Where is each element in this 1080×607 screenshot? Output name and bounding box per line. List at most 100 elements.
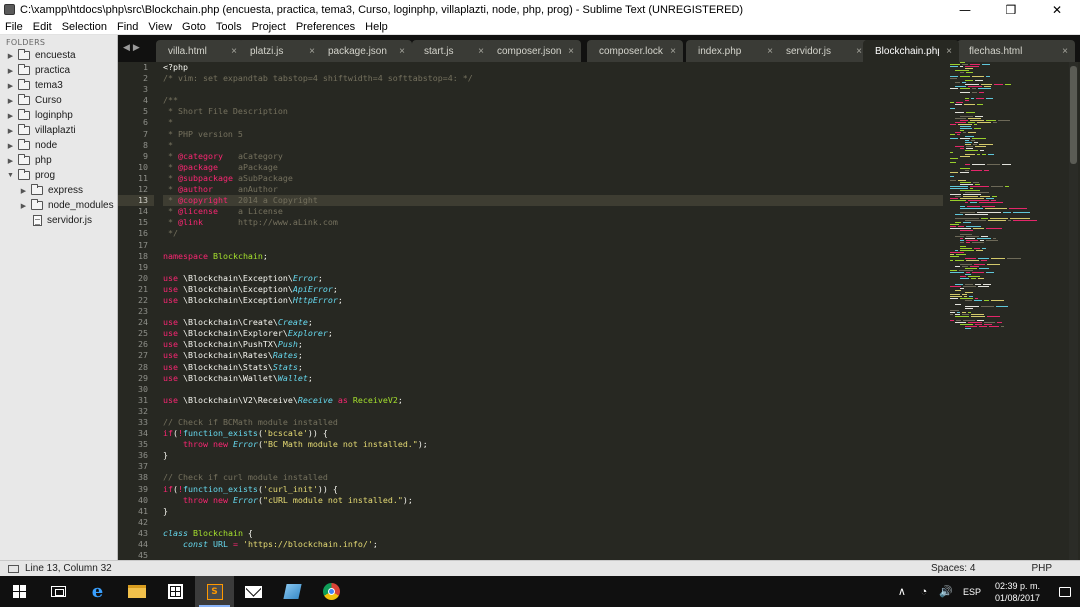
sublime-text-taskbar-button[interactable]: S [195,576,234,607]
chevron-right-icon[interactable]: ▶ [6,142,15,150]
chrome-button[interactable] [312,576,351,607]
close-icon[interactable]: × [663,46,683,57]
code-line[interactable] [163,240,943,251]
code-editor[interactable]: 1 2 3 4 5 6 7 8 9 10 11 12 13 14 15 16 17 18 19 20 21 22 23 24 2… [118,62,1080,560]
code-line[interactable]: use \Blockchain\Stats\Stats; [163,362,943,373]
tab-nav-arrows[interactable]: ◀▶ [123,43,143,53]
chevron-right-icon[interactable]: ▶ [6,67,15,75]
code-line[interactable]: * PHP version 5 [163,129,943,140]
code-line[interactable] [163,84,943,95]
chevron-down-icon[interactable]: ▼ [6,172,15,179]
code-line[interactable]: use \Blockchain\Exception\ApiError; [163,284,943,295]
tab-start-js[interactable]: start.js × [412,40,491,62]
code-line[interactable]: * @license a License [163,206,943,217]
code-line[interactable]: if(!function_exists('bcscale')) { [163,428,943,439]
sidebar-item-villaplazti[interactable]: ▶ villaplazti [0,123,117,138]
vertical-scrollbar[interactable] [1069,62,1078,560]
close-icon[interactable]: × [561,46,581,57]
close-icon[interactable]: × [302,46,322,57]
close-icon[interactable]: × [392,46,412,57]
sidebar-item-node[interactable]: ▶ node [0,138,117,153]
close-button[interactable]: ✕ [1034,0,1080,19]
edge-button[interactable]: e [78,576,117,607]
menu-project[interactable]: Project [247,21,291,33]
code-line[interactable]: * @package aPackage [163,162,943,173]
code-line[interactable]: use \Blockchain\Rates\Rates; [163,350,943,361]
tab-platzi-js[interactable]: platzi.js × [238,40,322,62]
chevron-right-icon[interactable]: ▶ [6,97,15,105]
tab-package-json[interactable]: package.json × [316,40,412,62]
sidebar-item-express[interactable]: ▶ express [0,183,117,198]
code-line[interactable]: * [163,117,943,128]
code-line[interactable]: use \Blockchain\Wallet\Wallet; [163,373,943,384]
network-icon[interactable]: ◔ [916,586,932,598]
code-line[interactable]: * @link http://www.aLink.com [163,217,943,228]
menu-selection[interactable]: Selection [57,21,112,33]
sidebar-item-servidor-js[interactable]: servidor.js [0,213,117,228]
notepad-button[interactable] [273,576,312,607]
menu-file[interactable]: File [0,21,28,33]
close-icon[interactable]: × [224,46,244,57]
close-icon[interactable]: × [1055,46,1075,57]
menu-preferences[interactable]: Preferences [291,21,360,33]
code-line[interactable]: } [163,450,943,461]
chevron-right-icon[interactable]: ▶ [6,52,15,60]
sidebar-item-prog[interactable]: ▼ prog [0,168,117,183]
sidebar-item-loginphp[interactable]: ▶ loginphp [0,108,117,123]
menu-goto[interactable]: Goto [177,21,211,33]
menu-find[interactable]: Find [112,21,143,33]
maximize-button[interactable]: ❒ [988,0,1034,19]
code-line[interactable] [163,384,943,395]
code-line[interactable]: */ [163,228,943,239]
code-area[interactable]: <?php/* vim: set expandtab tabstop=4 shi… [163,62,943,560]
code-line[interactable]: use \Blockchain\Exception\Error; [163,273,943,284]
volume-icon[interactable]: 🔊 [938,585,954,598]
code-line[interactable]: <?php [163,62,943,73]
code-line[interactable]: // Check if curl module installed [163,472,943,483]
code-line[interactable]: use \Blockchain\V2\Receive\Receive as Re… [163,395,943,406]
show-hidden-icons-chevron-icon[interactable]: ∧ [894,585,910,598]
sidebar-item-php[interactable]: ▶ php [0,153,117,168]
menu-edit[interactable]: Edit [28,21,57,33]
code-line[interactable] [163,306,943,317]
menu-help[interactable]: Help [360,21,393,33]
chevron-right-icon[interactable]: ▶ [19,202,28,210]
chevron-right-icon[interactable]: ▶ [6,157,15,165]
tab-blockchain-php[interactable]: Blockchain.php × [863,40,959,62]
code-line[interactable]: class Blockchain { [163,528,943,539]
chevron-right-icon[interactable]: ▶ [6,112,15,120]
code-line[interactable]: use \Blockchain\Exception\HttpError; [163,295,943,306]
store-button[interactable] [156,576,195,607]
chevron-right-icon[interactable]: ▶ [19,187,28,195]
panel-toggle-icon[interactable] [8,564,19,573]
code-line[interactable]: * @category aCategory [163,151,943,162]
tab-villa-html[interactable]: villa.html × [156,40,244,62]
action-center-button[interactable] [1050,576,1080,607]
sidebar-item-curso[interactable]: ▶ Curso [0,93,117,108]
minimize-button[interactable]: — [942,0,988,19]
code-line[interactable] [163,550,943,560]
code-line[interactable] [163,517,943,528]
file-explorer-button[interactable] [117,576,156,607]
clock[interactable]: 02:39 p. m. 01/08/2017 [995,580,1040,604]
chevron-right-icon[interactable]: ▶ [6,127,15,135]
sidebar-item-practica[interactable]: ▶ practica [0,63,117,78]
menu-view[interactable]: View [143,21,177,33]
code-line[interactable]: * Short File Description [163,106,943,117]
tab-servidor-js[interactable]: servidor.js × [774,40,869,62]
close-icon[interactable]: × [760,46,780,57]
code-line[interactable] [163,262,943,273]
code-line[interactable]: const URL = 'https://blockchain.info/'; [163,539,943,550]
code-line[interactable]: /* vim: set expandtab tabstop=4 shiftwid… [163,73,943,84]
minimap[interactable] [946,62,1066,362]
tab-flechas-html[interactable]: flechas.html × [957,40,1075,62]
close-icon[interactable]: × [939,46,959,57]
start-button[interactable] [0,576,39,607]
code-line[interactable]: if(!function_exists('curl_init')) { [163,484,943,495]
tab-composer-json[interactable]: composer.json × [485,40,581,62]
sidebar-item-node-modules[interactable]: ▶ node_modules [0,198,117,213]
code-line[interactable]: throw new Error("BC Math module not inst… [163,439,943,450]
close-icon[interactable]: × [471,46,491,57]
task-view-button[interactable] [39,576,78,607]
sidebar-item-encuesta[interactable]: ▶ encuesta [0,48,117,63]
